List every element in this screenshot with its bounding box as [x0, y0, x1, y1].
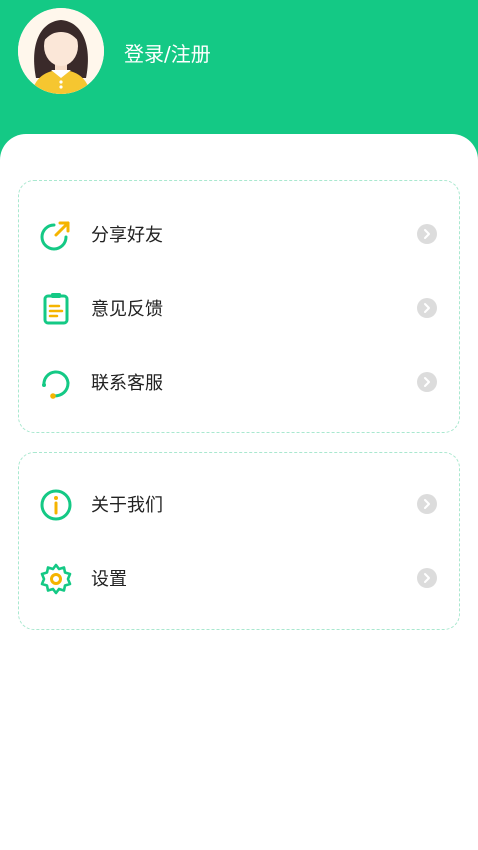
login-register-link[interactable]: 登录/注册: [124, 40, 211, 68]
chevron-right-icon: [417, 298, 437, 318]
chevron-right-icon: [417, 224, 437, 244]
menu-card-secondary: 关于我们 设置: [18, 452, 460, 630]
menu-item-label: 关于我们: [91, 495, 163, 516]
info-icon: [40, 489, 72, 521]
chevron-right-icon: [417, 494, 437, 514]
menu-item-share[interactable]: 分享好友: [19, 199, 459, 273]
menu-item-settings[interactable]: 设置: [19, 543, 459, 617]
menu-item-about[interactable]: 关于我们: [19, 469, 459, 543]
menu-item-label: 联系客服: [91, 373, 163, 394]
menu-item-label: 意见反馈: [91, 299, 163, 320]
chevron-right-icon: [417, 568, 437, 588]
menu-item-label: 分享好友: [91, 225, 163, 246]
menu-item-label: 设置: [91, 569, 127, 590]
menu-item-feedback[interactable]: 意见反馈: [19, 273, 459, 347]
girl-avatar-icon: [18, 8, 104, 94]
chevron-right-icon: [417, 372, 437, 392]
feedback-icon: [43, 293, 69, 325]
avatar[interactable]: [18, 8, 104, 94]
share-icon: [40, 221, 70, 251]
customer-service-icon: [42, 370, 70, 399]
menu-card-primary: 分享好友 意见反馈 联系客服: [18, 180, 460, 433]
menu-item-customer-service[interactable]: 联系客服: [19, 347, 459, 421]
settings-icon: [40, 563, 72, 595]
